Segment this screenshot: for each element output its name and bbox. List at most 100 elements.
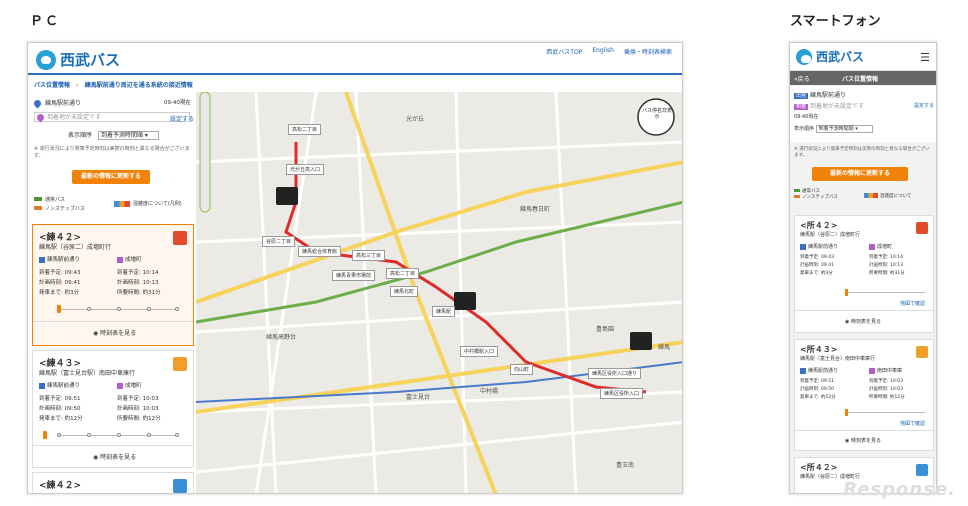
crowd-orange-icon [173, 357, 187, 371]
stop-label[interactable]: 谷原二丁目 [262, 236, 296, 247]
stop-label[interactable]: 練馬総合体育館 [298, 246, 342, 257]
timetable-link[interactable]: ◉ 時刻表を見る [93, 328, 136, 337]
sp-sort-select[interactable]: 到着予測時間順 ▾ [815, 125, 873, 133]
sp-notice: ※ 運行状況により発車予定時刻は実際の時刻と異なる場合がございます。 [794, 147, 930, 158]
arrival-input[interactable]: 到着地が未設定です [34, 112, 190, 123]
sp-logo[interactable]: 西武バス [796, 48, 864, 65]
nonstop-bus-icon [34, 206, 42, 210]
sp-logo-text: 西武バス [816, 50, 865, 64]
sp-to: 成増町 [869, 243, 892, 250]
stop-dot [87, 433, 91, 437]
bus-card[interactable]: <練４２> [32, 472, 194, 493]
stop-name-toggle-label[interactable]: バス停名非表示 [642, 108, 672, 120]
legend-crowd-label: 混雑度について(凡例) [133, 201, 182, 207]
bus-logo-icon [36, 49, 56, 70]
sp-route-name: <所４２> [800, 221, 838, 230]
logo[interactable]: 西武バス [36, 49, 120, 70]
kv-value: 10:14 [142, 270, 159, 276]
crowd-scale-icon [114, 200, 130, 207]
sp-legend-nonstop: ノンステップバス [794, 194, 838, 200]
sp-stop-panel: 出発 練馬駅前通り 到着 到着地が未設定です 設定する 09:40現在 表示順序… [790, 86, 936, 142]
from-icon [800, 243, 806, 250]
kv-label: 所要時間: [869, 395, 889, 400]
update-button[interactable]: 最新の情報に更新する [72, 170, 150, 184]
sort-row: 表示順序 到着予測時間順 ▾ [68, 130, 159, 140]
sp-route-name: <所４３> [800, 345, 838, 354]
normal-bus-icon [34, 197, 42, 201]
stop-label[interactable]: 高松三丁目 [352, 250, 386, 261]
stop-label[interactable]: 練馬駅 [432, 306, 456, 317]
sp-route-dest: 練馬駅（谷原二）成増町行 [800, 232, 861, 238]
kv-value: 10:03 [142, 406, 159, 412]
sp-arrival[interactable]: 到着 到着地が未設定です [794, 101, 864, 110]
stop-label[interactable]: 練馬青果市場前 [332, 270, 376, 281]
breadcrumb-item[interactable]: バス位置情報 [34, 82, 70, 89]
to-stop-name: 成増町 [125, 383, 142, 389]
kv-value: 09:50 [820, 387, 834, 392]
back-button[interactable]: «戻る [794, 74, 810, 83]
sp-legend-crowd[interactable]: 混雑度について [864, 193, 911, 199]
legend-crowd[interactable]: 混雑度について(凡例) [114, 200, 182, 207]
sort-select[interactable]: 到着予測時間順 ▾ [97, 131, 159, 140]
route-name: <練４２> [39, 481, 82, 491]
kv-value: 約12分 [64, 416, 83, 422]
stop-label[interactable]: 向山町 [510, 364, 534, 375]
sp-set-link[interactable]: 設定する [914, 102, 934, 109]
stop-label[interactable]: 中村橋駅入口 [460, 346, 499, 357]
stop-label[interactable]: 練馬区役所入口通り [588, 368, 642, 379]
bus-marker-icon [276, 187, 298, 205]
notice-text: ※ 運行状況により発車予定時刻は実際の時刻と異なる場合がございます。 [34, 146, 190, 159]
sp-map-link[interactable]: 地図で確認 [900, 300, 925, 307]
stop-label[interactable]: 光が丘高入口 [286, 164, 325, 175]
kv-label: 到着予定: [39, 270, 63, 276]
link-english[interactable]: English [592, 47, 614, 56]
stop-dot [147, 433, 151, 437]
from-stop-name: 練馬駅前通り [47, 257, 81, 263]
sp-arr-from: 到着予定: 09:51 [800, 378, 836, 386]
route-map[interactable]: バス停名非表示 高松二丁目 光が丘高入口 谷原二丁目 練馬総合体育館 高松三丁目… [196, 92, 682, 493]
arrival-from: 到着予定: 09:43 [39, 268, 80, 276]
set-arrival-link[interactable]: 設定する [170, 114, 194, 123]
sp-duration: 所要時間: 約12分 [869, 394, 905, 402]
sp-arr-from: 到着予定: 09:43 [800, 254, 834, 262]
plan-from: 計画時刻: 09:50 [39, 404, 80, 412]
sp-bus-card[interactable]: <所４３> 練馬駅（富士見台）南田中車庫行 練馬駅前通り 南田中車庫 到着予定:… [794, 339, 934, 451]
stop-dot [57, 433, 61, 437]
kv-value: 10:14 [889, 255, 903, 260]
kv-label: 計画時刻: [869, 263, 889, 268]
from-icon [800, 367, 806, 374]
watermark: Response. [843, 479, 956, 500]
sp-timetable-link[interactable]: ◉ 時刻表を見る [845, 437, 881, 444]
sp-time-now: 09:40現在 [794, 114, 819, 120]
bus-card[interactable]: <練４２> 練馬駅（谷原二）成増町行 練馬駅前通り 成増町 到着予定: 09:4… [32, 224, 194, 346]
kv-label: 計画時刻: [39, 406, 63, 412]
sp-to-name: 南田中車庫 [877, 368, 903, 374]
kv-label: 到着予定: [869, 379, 889, 384]
kv-value: 10:03 [142, 396, 159, 402]
hamburger-menu-icon[interactable]: ☰ [920, 51, 930, 64]
sort-label: 表示順序 [68, 132, 93, 139]
link-seibu-top[interactable]: 西武バスTOP [546, 47, 582, 56]
kv-value: 09:41 [64, 280, 81, 286]
kv-value: 09:43 [820, 255, 834, 260]
bus-marker-icon [630, 332, 652, 350]
stop-label[interactable]: 高松二丁目 [288, 124, 322, 135]
bus-marker-icon [454, 292, 476, 310]
arrival-from: 到着予定: 09:51 [39, 394, 80, 402]
stop-label[interactable]: 高松二丁目 [386, 268, 420, 279]
sp-map-link[interactable]: 地図で確認 [900, 420, 925, 427]
kv-label: 所要時間: [117, 290, 141, 296]
arrival-to: 到着予定: 10:03 [117, 394, 158, 402]
stop-label[interactable]: 練馬区役所入口 [600, 388, 644, 399]
stop-dot [147, 307, 151, 311]
sp-bus-card[interactable]: <所４２> 練馬駅（谷原二）成増町行 練馬駅前通り 成増町 到着予定: 09:4… [794, 215, 934, 333]
from-stop: 練馬駅前通り [39, 381, 80, 389]
sp-timetable-link[interactable]: ◉ 時刻表を見る [845, 318, 881, 325]
bus-card[interactable]: <練４３> 練馬駅（富士見台駅）南田中車庫行 練馬駅前通り 成増町 到着予定: … [32, 350, 194, 468]
link-transfer[interactable]: 乗換・時刻表検索 [624, 47, 672, 56]
sp-update-button[interactable]: 最新の情報に更新する [812, 167, 908, 181]
timetable-link[interactable]: ◉ 時刻表を見る [93, 452, 136, 461]
stop-label[interactable]: 練馬北町 [390, 286, 419, 297]
sp-wait: 発車まで: 約12分 [800, 394, 836, 402]
timetable-label: 時刻表を見る [100, 454, 137, 461]
